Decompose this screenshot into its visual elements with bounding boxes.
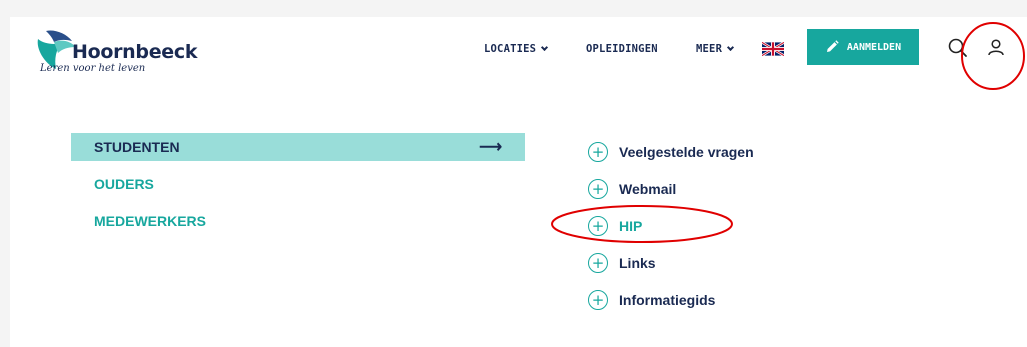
menu-item-label: OUDERS xyxy=(94,176,154,192)
plus-circle-icon: + xyxy=(588,290,608,310)
aanmelden-button[interactable]: AANMELDEN xyxy=(807,29,919,65)
audience-menu: STUDENTEN ⟶ OUDERS MEDEWERKERS xyxy=(71,133,525,244)
link-label: Webmail xyxy=(619,181,677,197)
menu-item-studenten[interactable]: STUDENTEN ⟶ xyxy=(71,133,525,161)
plus-circle-icon: + xyxy=(588,142,608,162)
menu-item-label: MEDEWERKERS xyxy=(94,213,207,229)
nav-locaties[interactable]: LOCATIES xyxy=(484,43,549,55)
link-webmail[interactable]: + Webmail xyxy=(588,179,754,199)
chevron-down-icon xyxy=(727,43,735,52)
user-icon[interactable] xyxy=(985,37,1007,59)
site-logo[interactable]: Hoornbeeck Leren voor het leven xyxy=(32,25,197,75)
nav-meer[interactable]: MEER xyxy=(696,43,735,55)
uk-flag-icon[interactable] xyxy=(762,42,784,56)
menu-item-label: STUDENTEN xyxy=(94,139,180,155)
link-label: HIP xyxy=(619,218,643,234)
search-icon[interactable] xyxy=(947,37,969,59)
plus-circle-icon: + xyxy=(588,179,608,199)
link-hip[interactable]: + HIP xyxy=(588,216,754,236)
arrow-right-icon: ⟶ xyxy=(479,139,502,156)
plus-circle-icon: + xyxy=(588,253,608,273)
link-label: Veelgestelde vragen xyxy=(619,144,754,160)
menu-item-ouders[interactable]: OUDERS xyxy=(71,170,525,198)
link-veelgestelde-vragen[interactable]: + Veelgestelde vragen xyxy=(588,142,754,162)
nav-opleidingen[interactable]: OPLEIDINGEN xyxy=(586,43,658,55)
logo-name: Hoornbeeck xyxy=(72,41,198,63)
menu-item-medewerkers[interactable]: MEDEWERKERS xyxy=(71,207,525,235)
plus-circle-icon: + xyxy=(588,216,608,236)
logo-tagline: Leren voor het leven xyxy=(40,63,146,74)
link-links[interactable]: + Links xyxy=(588,253,754,273)
pencil-icon xyxy=(826,40,839,52)
nav-locaties-label: LOCATIES xyxy=(484,43,537,55)
aanmelden-label: AANMELDEN xyxy=(846,41,902,53)
link-informatiegids[interactable]: + Informatiegids xyxy=(588,290,754,310)
link-label: Informatiegids xyxy=(619,292,716,308)
link-label: Links xyxy=(619,255,656,271)
nav-meer-label: MEER xyxy=(696,43,723,55)
chevron-down-icon xyxy=(541,43,549,52)
nav-opleidingen-label: OPLEIDINGEN xyxy=(586,43,658,55)
page-panel: Hoornbeeck Leren voor het leven LOCATIES… xyxy=(10,17,1027,347)
student-links: + Veelgestelde vragen + Webmail + HIP + … xyxy=(588,142,754,327)
